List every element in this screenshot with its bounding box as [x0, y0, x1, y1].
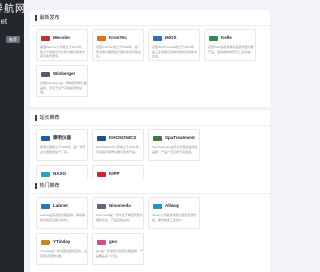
site-card[interactable]: Ninomeda Ninomeda是一家专注于精密测量仪器的企业，产品远销全球。	[92, 197, 144, 229]
site-logo-mark	[41, 171, 50, 177]
section-latest: 最新发布 Mecolor 美国Mecolor公司成立于2015年，致力于提供光谱…	[30, 10, 270, 107]
site-card[interactable]: 康明仪器 康明仪器成立于1988年，是一家专业仪器研发生产厂商。	[36, 129, 88, 161]
site-logo-mark	[209, 35, 218, 41]
site-card-desc: Labnet是实验室仪器品牌，提供各类实验室设备与耗材。	[40, 213, 86, 222]
site-logo	[96, 238, 107, 246]
section-divider	[30, 125, 270, 126]
site-logo-mark	[41, 239, 50, 245]
site-card-desc: KHOSONICS公司成立于2001年，专注超声测厚仪器与检测方案。	[96, 145, 142, 154]
site-card[interactable]: IMOS 德国IMOS GmbH成立于2003年，是工业测量与控制领域的高新技术…	[148, 29, 200, 61]
section-title: 站长推荐	[39, 115, 60, 121]
section-header: 最新发布	[35, 14, 60, 22]
site-logo	[40, 70, 51, 78]
site-logo-mark	[153, 203, 162, 209]
section-title: 热门推荐	[39, 183, 60, 189]
section-divider	[30, 25, 270, 26]
site-logo	[40, 34, 51, 42]
section-title: 最新发布	[39, 15, 60, 21]
site-logo-text[interactable]: 导航网	[0, 4, 24, 16]
site-logo	[96, 134, 107, 142]
site-logo-mark	[41, 203, 50, 209]
section-marker	[35, 183, 37, 189]
site-logo-mark	[97, 203, 106, 209]
site-logo	[40, 238, 51, 246]
site-card-desc: Ninomeda是一家专注于精密测量仪器的企业，产品远销全球。	[96, 213, 143, 222]
sidebar: 导航网 net 推荐	[0, 0, 24, 272]
site-card-name[interactable]: KHOSONICS	[109, 134, 143, 142]
site-logo-subtext: net	[0, 17, 8, 26]
site-card-name[interactable]: KIPP	[109, 170, 143, 178]
site-card-name[interactable]: IMOS	[165, 34, 199, 42]
site-logo-mark	[153, 135, 162, 141]
site-card[interactable]: KHOSONICS KHOSONICS公司成立于2001年，专注超声测厚仪器与检…	[92, 129, 144, 161]
site-card-name[interactable]: Labnet	[53, 202, 87, 210]
site-card-desc: 德国Kelle提供多种高品质测量仪器产品，适用各种场景与工业领域。	[208, 45, 254, 54]
site-card-desc: 美国Mecolor公司成立于2015年，致力于提供光谱分析仪器与检测方案与技术服…	[40, 45, 86, 59]
site-card-desc: 德国Winberger是一家精密测量仪器品牌，专注于生产高精度测量设备。	[40, 81, 87, 95]
site-logo	[96, 170, 107, 178]
site-card-desc: YTinday是一家仪器设备供应商，主营测试测量仪器。	[40, 249, 87, 258]
site-card-name[interactable]: Winberger	[53, 70, 87, 78]
section-popular: 热门推荐 Labnet Labnet是实验室仪器品牌，提供各类实验室设备与耗材。…	[30, 178, 270, 272]
section-header: 站长推荐	[35, 114, 60, 122]
site-logo-mark	[97, 171, 106, 177]
section-header: 热门推荐	[35, 182, 60, 190]
site-card-name[interactable]: Allway	[165, 202, 199, 210]
site-logo	[40, 202, 51, 210]
site-card-name[interactable]: YTinday	[53, 238, 87, 246]
site-card-name[interactable]: 康明仪器	[53, 134, 87, 142]
site-card-name[interactable]: Mecolor	[53, 34, 87, 42]
site-card[interactable]: Winberger 德国Winberger是一家精密测量仪器品牌，专注于生产高精…	[36, 65, 88, 97]
site-logo-mark	[97, 239, 106, 245]
section-divider	[30, 193, 270, 194]
site-logo-mark	[153, 35, 162, 41]
site-card-name[interactable]: Kelle	[221, 34, 255, 42]
site-card-name[interactable]: Ninomeda	[109, 202, 143, 210]
site-card[interactable]: SpaTreatment SpaTreatment是专业测量设备供应品牌，产品广…	[148, 129, 200, 161]
site-logo	[96, 34, 107, 42]
site-logo	[40, 134, 51, 142]
site-card-desc: Allway公司提供测量仪器及检测方案，服务各类工业用户。	[152, 213, 197, 222]
site-logo	[152, 202, 163, 210]
site-card[interactable]: YTinday YTinday是一家仪器设备供应商，主营测试测量仪器。	[36, 233, 88, 265]
site-logo	[152, 34, 163, 42]
site-card[interactable]: KronTec 德国KronTec成立于1998年，是一家测量仪器研发与销售的高…	[92, 29, 144, 61]
site-card-desc: 德国KronTec成立于1998年，是一家测量仪器研发与销售的高科技企业。	[96, 45, 142, 59]
site-logo-mark	[41, 71, 50, 77]
sidebar-tag-button[interactable]: 推荐	[6, 36, 20, 43]
site-logo-mark	[41, 135, 50, 141]
site-logo	[40, 170, 51, 178]
site-logo	[96, 202, 107, 210]
site-logo-mark	[97, 135, 106, 141]
site-card-desc: SpaTreatment是专业测量设备供应品牌，产品广泛应用于实验室。	[152, 145, 198, 154]
site-card[interactable]: Mecolor 美国Mecolor公司成立于2015年，致力于提供光谱分析仪器与…	[36, 29, 88, 61]
site-card[interactable]: geo geo是一家测绘与检测仪器品牌，产品覆盖多个行业。	[92, 233, 144, 265]
site-logo	[208, 34, 219, 42]
site-card-desc: geo是一家测绘与检测仪器品牌，产品覆盖多个行业。	[96, 249, 143, 258]
site-card[interactable]: Labnet Labnet是实验室仪器品牌，提供各类实验室设备与耗材。	[36, 197, 88, 229]
site-card-desc: 康明仪器成立于1988年，是一家专业仪器研发生产厂商。	[40, 145, 86, 154]
site-logo	[152, 134, 163, 142]
site-card-name[interactable]: geo	[109, 238, 143, 246]
site-card[interactable]: Kelle 德国Kelle提供多种高品质测量仪器产品，适用各种场景与工业领域。	[204, 29, 256, 61]
site-logo-mark	[97, 35, 106, 41]
site-card-name[interactable]: NASO	[53, 170, 87, 178]
section-marker	[35, 115, 37, 121]
site-card[interactable]: Allway Allway公司提供测量仪器及检测方案，服务各类工业用户。	[148, 197, 200, 229]
site-logo-mark	[41, 35, 50, 41]
section-marker	[35, 15, 37, 21]
site-card-name[interactable]: KronTec	[109, 34, 143, 42]
site-card-desc: 德国IMOS GmbH成立于2003年，是工业测量与控制领域的高新技术企业。	[152, 45, 198, 59]
site-card-name[interactable]: SpaTreatment	[165, 134, 199, 142]
